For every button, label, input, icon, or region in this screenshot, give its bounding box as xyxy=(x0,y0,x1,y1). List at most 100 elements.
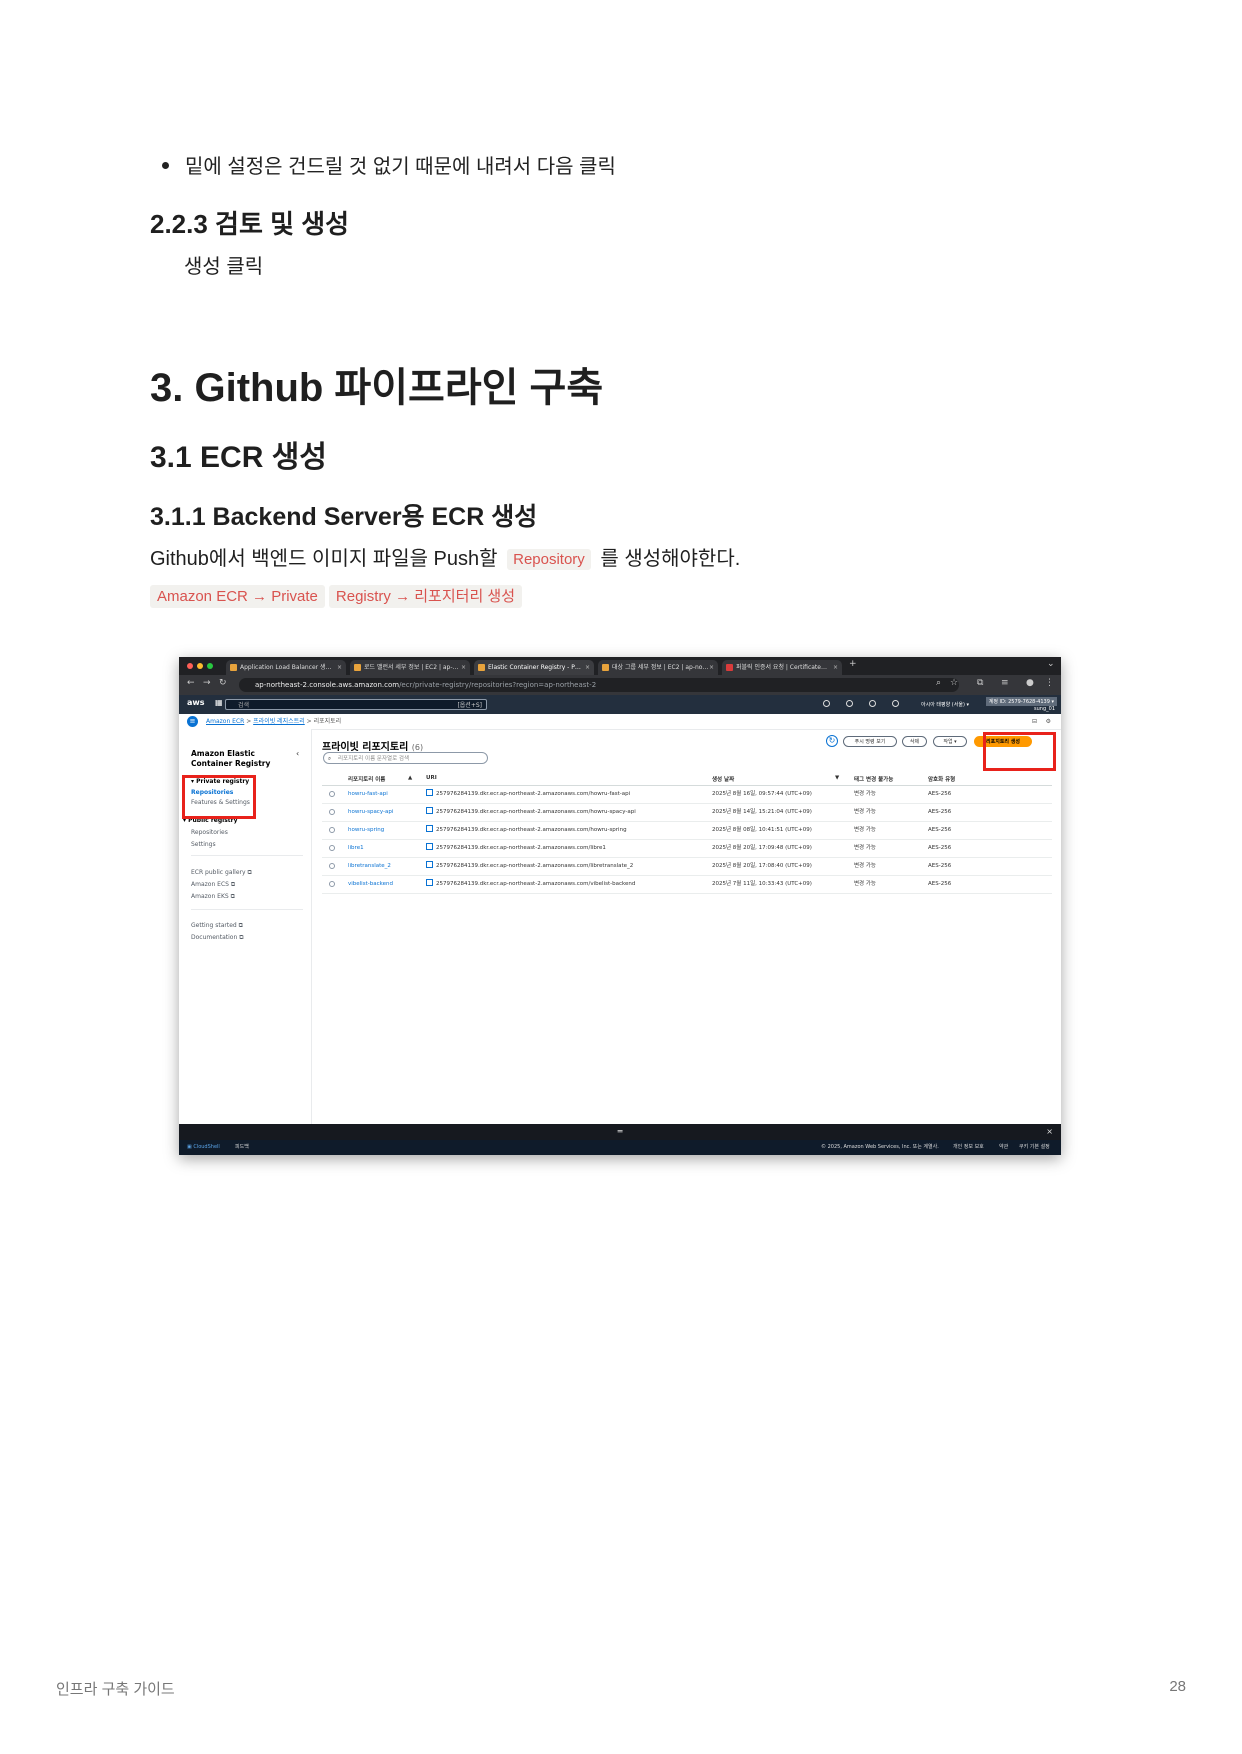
breadcrumb-private-registry[interactable]: 프라이빗 레지스트리 xyxy=(253,718,305,725)
table-row[interactable]: libre1 257976284139.dkr.ecr.ap-northeast-… xyxy=(322,839,1052,858)
user-name[interactable]: sung_01 xyxy=(1034,706,1055,712)
table-row[interactable]: howru-spring 257976284139.dkr.ecr.ap-nort… xyxy=(322,821,1052,840)
encryption-type-value: AES-256 xyxy=(928,791,952,797)
encryption-type-value: AES-256 xyxy=(928,863,952,869)
repository-name-link[interactable]: libre1 xyxy=(348,839,364,857)
column-header-tag-immutability[interactable]: 태그 변경 불가능 xyxy=(854,775,893,783)
back-arrow-icon[interactable]: ← xyxy=(187,678,195,688)
copy-icon[interactable] xyxy=(426,825,433,832)
extensions-icon[interactable]: ⧉ xyxy=(977,678,983,688)
browser-tab[interactable]: 대상 그룹 세부 정보 | EC2 | ap-no… × xyxy=(598,660,718,675)
browser-tab[interactable]: 로드 밸런서 세부 정보 | EC2 | ap-… × xyxy=(350,660,470,675)
copy-icon[interactable] xyxy=(426,879,433,886)
media-icon[interactable]: ≡ xyxy=(1001,678,1009,688)
tab-close-icon[interactable]: × xyxy=(585,660,590,675)
column-header-uri[interactable]: URI xyxy=(426,775,437,781)
repository-name-link[interactable]: howru-fast-api xyxy=(348,785,388,803)
help-icon[interactable] xyxy=(869,700,876,707)
row-select-radio[interactable] xyxy=(329,881,335,887)
tab-favicon-icon xyxy=(354,664,361,671)
hamburger-menu-icon[interactable]: ≡ xyxy=(187,716,198,727)
view-push-commands-button[interactable]: 푸시 명령 보기 xyxy=(843,736,897,747)
close-icon[interactable]: × xyxy=(1046,1124,1053,1140)
tag-immutability-value: 변경 가능 xyxy=(854,791,876,797)
aws-search-input[interactable]: 검색 [옵션+S] xyxy=(225,699,487,710)
zoom-icon[interactable]: ⌕ xyxy=(936,678,941,688)
browser-tab[interactable]: 퍼블릭 인증서 요청 | Certificate… × xyxy=(722,660,842,675)
collapse-sidebar-icon[interactable]: ‹ xyxy=(296,749,299,758)
panel-icon[interactable]: ⊟ xyxy=(1032,714,1037,729)
profile-icon[interactable]: ● xyxy=(1026,678,1034,688)
repository-name-link[interactable]: howru-spacy-api xyxy=(348,803,393,821)
forward-arrow-icon[interactable]: → xyxy=(203,678,211,688)
copy-icon[interactable] xyxy=(426,861,433,868)
table-row[interactable]: libretranslate_2 257976284139.dkr.ecr.ap-… xyxy=(322,857,1052,876)
repository-filter-input[interactable]: ⌕ 리포지토리 이름 문자열로 검색 xyxy=(323,752,488,764)
preferences-gear-icon[interactable]: ⚙ xyxy=(1046,714,1051,729)
row-select-radio[interactable] xyxy=(329,863,335,869)
repository-name-link[interactable]: vibelist-backend xyxy=(348,875,393,893)
external-link-icon: ⧉ xyxy=(238,922,243,929)
actions-dropdown-button[interactable]: 작업 ▾ xyxy=(933,736,967,747)
sidebar-item-public-repositories[interactable]: Repositories xyxy=(191,829,228,836)
tab-list-chevron-icon[interactable]: ⌄ xyxy=(1047,659,1055,669)
close-window-dot[interactable] xyxy=(187,663,193,669)
new-tab-icon[interactable]: + xyxy=(849,659,857,669)
bookmark-star-icon[interactable]: ☆ xyxy=(950,678,958,688)
delete-button[interactable]: 삭제 xyxy=(902,736,927,747)
table-row[interactable]: howru-fast-api 257976284139.dkr.ecr.ap-no… xyxy=(322,785,1052,804)
row-select-radio[interactable] xyxy=(329,791,335,797)
aws-logo[interactable]: aws xyxy=(187,698,205,707)
cloudshell-icon[interactable] xyxy=(823,700,830,707)
account-id-badge[interactable]: 계정 ID: 2579-7628-4139 ▾ xyxy=(985,697,1057,706)
cloudshell-link[interactable]: ▣ CloudShell xyxy=(187,1140,220,1155)
copy-icon[interactable] xyxy=(426,789,433,796)
sort-asc-icon[interactable]: ▲ xyxy=(408,775,412,781)
sidebar-link-getting-started[interactable]: Getting started ⧉ xyxy=(191,922,243,930)
repository-name-link[interactable]: libretranslate_2 xyxy=(348,857,391,875)
minimize-window-dot[interactable] xyxy=(197,663,203,669)
breadcrumb-amazon-ecr[interactable]: Amazon ECR xyxy=(206,718,244,725)
sidebar-link-amazon-eks[interactable]: Amazon EKS ⧉ xyxy=(191,893,235,901)
tab-close-icon[interactable]: × xyxy=(833,660,838,675)
para-before: Github에서 백엔드 이미지 파일을 Push할 xyxy=(150,548,504,570)
cookie-preferences-link[interactable]: 쿠키 기본 설정 xyxy=(1019,1140,1050,1155)
tab-close-icon[interactable]: × xyxy=(337,660,342,675)
tab-close-icon[interactable]: × xyxy=(461,660,466,675)
browser-tab[interactable]: Application Load Balancer 생… × xyxy=(226,660,346,675)
sort-desc-icon[interactable]: ▼ xyxy=(835,775,839,781)
browser-menu-icon[interactable]: ⋮ xyxy=(1045,678,1054,688)
column-header-created[interactable]: 생성 날짜 xyxy=(712,775,734,783)
table-row[interactable]: howru-spacy-api 257976284139.dkr.ecr.ap-n… xyxy=(322,803,1052,822)
row-select-radio[interactable] xyxy=(329,845,335,851)
column-header-name[interactable]: 리포지토리 이름 xyxy=(348,775,385,783)
repository-name-link[interactable]: howru-spring xyxy=(348,821,384,839)
feedback-link[interactable]: 피드백 xyxy=(235,1140,249,1155)
row-select-radio[interactable] xyxy=(329,827,335,833)
refresh-icon[interactable]: ↻ xyxy=(826,735,838,747)
cloudshell-resize-strip[interactable]: ═ × xyxy=(179,1124,1061,1140)
notifications-bell-icon[interactable] xyxy=(846,700,853,707)
copy-icon[interactable] xyxy=(426,843,433,850)
settings-gear-icon[interactable] xyxy=(892,700,899,707)
copy-icon[interactable] xyxy=(426,807,433,814)
browser-tab-active[interactable]: Elastic Container Registry - P… × xyxy=(474,660,594,675)
services-grid-icon[interactable]: ▦ xyxy=(215,698,223,707)
sidebar-link-ecr-gallery[interactable]: ECR public gallery ⧉ xyxy=(191,869,252,877)
code-line-a: Amazon ECR → Private xyxy=(150,585,325,608)
sidebar-link-documentation[interactable]: Documentation ⧉ xyxy=(191,934,243,942)
terms-link[interactable]: 약관 xyxy=(999,1140,1008,1155)
reload-icon[interactable]: ↻ xyxy=(219,678,227,688)
column-header-encryption[interactable]: 암호화 유형 xyxy=(928,775,955,783)
sidebar-item-public-settings[interactable]: Settings xyxy=(191,841,216,848)
url-field[interactable]: ap-northeast-2.console.aws.amazon.com/ec… xyxy=(239,678,959,692)
external-link-icon: ⧉ xyxy=(230,881,236,888)
sidebar-link-amazon-ecs[interactable]: Amazon ECS ⧉ xyxy=(191,881,235,889)
region-selector[interactable]: 아시아 태평양 (서울) ▾ xyxy=(921,701,969,708)
table-row[interactable]: vibelist-backend 257976284139.dkr.ecr.ap-… xyxy=(322,875,1052,894)
drag-handle-icon[interactable]: ═ xyxy=(618,1127,623,1136)
privacy-link[interactable]: 개인 정보 보호 xyxy=(953,1140,984,1155)
maximize-window-dot[interactable] xyxy=(207,663,213,669)
row-select-radio[interactable] xyxy=(329,809,335,815)
tab-close-icon[interactable]: × xyxy=(709,660,714,675)
